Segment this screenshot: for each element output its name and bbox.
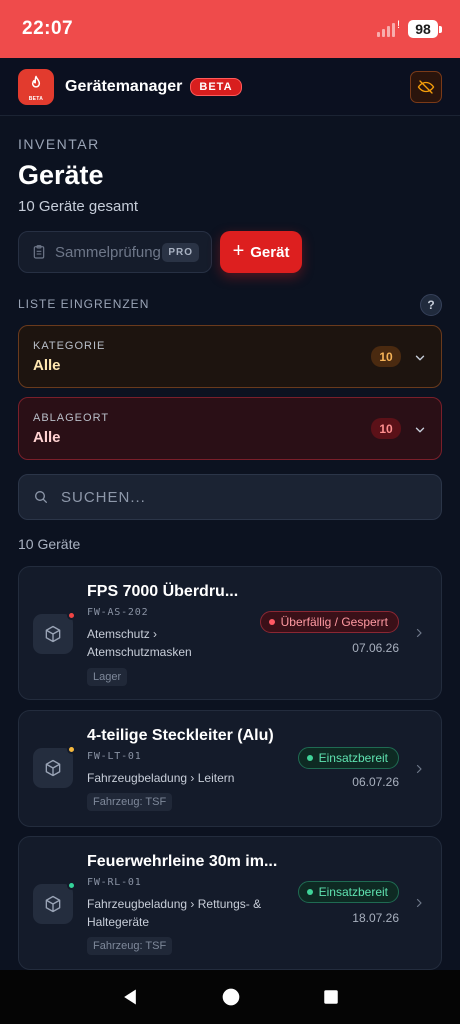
chevron-down-icon bbox=[415, 355, 425, 361]
chevron-down-icon bbox=[415, 427, 425, 433]
search-input[interactable]: SUCHEN... bbox=[18, 474, 442, 520]
device-category-path: Atemschutz › Atemschutzmasken bbox=[87, 625, 257, 661]
plus-icon: + bbox=[232, 240, 245, 262]
device-category-path: Fahrzeugbeladung › Rettungs- & Haltegerä… bbox=[87, 895, 287, 931]
bulk-check-button[interactable]: Sammelprüfung PRO bbox=[18, 231, 212, 273]
device-icon bbox=[33, 881, 76, 924]
status-badge-label: Einsatzbereit bbox=[318, 751, 388, 765]
chevron-right-icon bbox=[416, 764, 422, 774]
help-button[interactable]: ? bbox=[420, 294, 442, 316]
device-location-tag: Fahrzeug: TSF bbox=[87, 793, 173, 811]
flame-icon bbox=[31, 75, 41, 88]
box-icon bbox=[45, 759, 61, 777]
device-path-line: Atemschutz › bbox=[87, 627, 158, 641]
device-location-tag: Lager bbox=[87, 668, 128, 686]
device-title: FPS 7000 Überdru... bbox=[87, 583, 239, 600]
status-badge: Überfällig / Gesperrt bbox=[259, 611, 399, 633]
bulk-check-label: Sammelprüfung bbox=[55, 243, 161, 261]
no-signal-icon: ! bbox=[396, 19, 400, 31]
page-title: Geräte bbox=[18, 160, 104, 190]
status-icons: ! 98 bbox=[376, 19, 442, 38]
device-due-date: 07.06.26 bbox=[352, 641, 399, 655]
device-category-path: Fahrzeugbeladung › Leitern bbox=[87, 769, 287, 787]
category-filter-value: Alle bbox=[33, 356, 61, 374]
status-badge: Einsatzbereit bbox=[297, 881, 399, 903]
category-filter-label: KATEGORIE bbox=[33, 339, 106, 352]
app-logo: BETA bbox=[18, 68, 54, 105]
back-nav-button[interactable] bbox=[120, 987, 140, 1007]
logo-beta-text: BETA bbox=[28, 95, 44, 102]
status-badge-dot bbox=[306, 755, 313, 761]
device-path-line: Atemschutzmasken bbox=[87, 645, 192, 659]
eye-off-icon bbox=[417, 79, 435, 94]
status-bar: 22:07 ! 98 bbox=[0, 0, 460, 58]
device-card[interactable]: Feuerwehrleine 30m im... FW-RL-01 Fahrze… bbox=[18, 836, 442, 970]
device-code: FW-AS-202 bbox=[87, 607, 149, 618]
status-dot bbox=[67, 611, 76, 620]
result-count: 10 Geräte bbox=[18, 536, 81, 552]
beta-badge: BETA bbox=[190, 77, 242, 96]
device-path-line: Fahrzeugbeladung › Rettungs- & bbox=[87, 897, 262, 911]
privacy-toggle-button[interactable] bbox=[410, 70, 442, 103]
status-badge-label: Überfällig / Gesperrt bbox=[280, 615, 388, 629]
device-code: FW-LT-01 bbox=[87, 751, 142, 762]
pro-tag: PRO bbox=[162, 242, 199, 262]
recents-nav-button[interactable] bbox=[322, 988, 340, 1006]
location-count-badge: 10 bbox=[371, 418, 401, 439]
device-icon bbox=[33, 611, 76, 654]
clipboard-icon bbox=[33, 245, 45, 259]
category-filter[interactable]: KATEGORIE Alle 10 bbox=[18, 325, 442, 388]
signal-icon bbox=[376, 21, 395, 37]
category-count-badge: 10 bbox=[371, 346, 401, 367]
add-device-label: Gerät bbox=[250, 243, 290, 261]
device-path-line: Fahrzeugbeladung › Leitern bbox=[87, 771, 235, 785]
app-bar: BETA Gerätemanager BETA bbox=[0, 58, 460, 116]
status-dot bbox=[67, 881, 76, 890]
device-title: 4-teilige Steckleiter (Alu) bbox=[87, 727, 274, 744]
box-icon bbox=[45, 895, 61, 913]
device-due-date: 06.07.26 bbox=[352, 775, 399, 789]
home-nav-button[interactable] bbox=[221, 987, 241, 1007]
page-subtitle: 10 Geräte gesamt bbox=[18, 198, 139, 215]
status-badge-dot bbox=[268, 619, 275, 625]
device-code: FW-RL-01 bbox=[87, 877, 142, 888]
battery-indicator: 98 bbox=[408, 20, 442, 38]
status-badge-dot bbox=[306, 889, 313, 895]
chevron-right-icon bbox=[416, 898, 422, 908]
status-badge-label: Einsatzbereit bbox=[318, 885, 388, 899]
device-location-tag: Fahrzeug: TSF bbox=[87, 937, 173, 955]
device-title: Feuerwehrleine 30m im... bbox=[87, 853, 278, 870]
search-placeholder: SUCHEN... bbox=[61, 488, 146, 506]
app-title: Gerätemanager bbox=[65, 77, 183, 95]
device-card[interactable]: FPS 7000 Überdru... FW-AS-202 Atemschutz… bbox=[18, 566, 442, 700]
location-filter[interactable]: ABLAGEORT Alle 10 bbox=[18, 397, 442, 460]
section-eyebrow: INVENTAR bbox=[18, 136, 100, 152]
system-nav-bar bbox=[0, 970, 460, 1024]
location-filter-label: ABLAGEORT bbox=[33, 411, 110, 424]
search-icon bbox=[35, 491, 47, 503]
status-badge: Einsatzbereit bbox=[297, 747, 399, 769]
filter-section-label: LISTE EINGRENZEN bbox=[18, 297, 150, 311]
location-filter-value: Alle bbox=[33, 428, 61, 446]
device-icon bbox=[33, 745, 76, 788]
status-dot bbox=[67, 745, 76, 754]
device-due-date: 18.07.26 bbox=[352, 911, 399, 925]
chevron-right-icon bbox=[416, 628, 422, 638]
box-icon bbox=[45, 625, 61, 643]
add-device-button[interactable]: + Gerät bbox=[220, 231, 302, 273]
device-card[interactable]: 4-teilige Steckleiter (Alu) FW-LT-01 Fah… bbox=[18, 710, 442, 827]
status-time: 22:07 bbox=[22, 18, 74, 39]
device-path-line: Haltegeräte bbox=[87, 915, 150, 929]
